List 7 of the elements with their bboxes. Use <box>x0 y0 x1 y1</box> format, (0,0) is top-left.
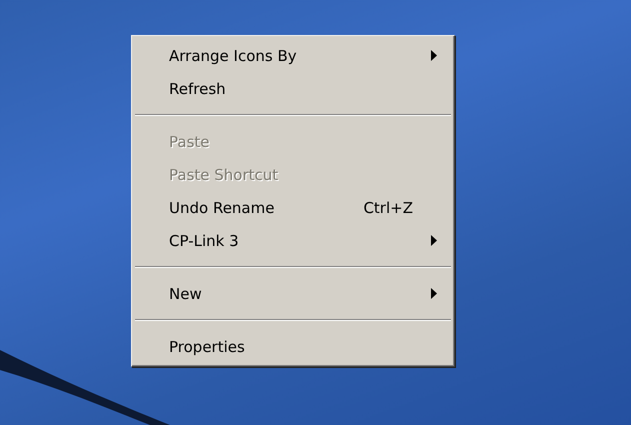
shortcut-text: Ctrl+Z <box>363 198 413 216</box>
menu-item[interactable]: Refresh <box>135 72 451 105</box>
menu-item[interactable]: Properties <box>135 330 451 363</box>
menu-item[interactable]: CP-Link 3 <box>135 224 451 257</box>
menu-item[interactable]: Arrange Icons By <box>135 39 451 72</box>
menu-item[interactable]: Undo Rename Ctrl+Z <box>135 191 451 224</box>
menu-item[interactable]: New <box>135 277 451 310</box>
